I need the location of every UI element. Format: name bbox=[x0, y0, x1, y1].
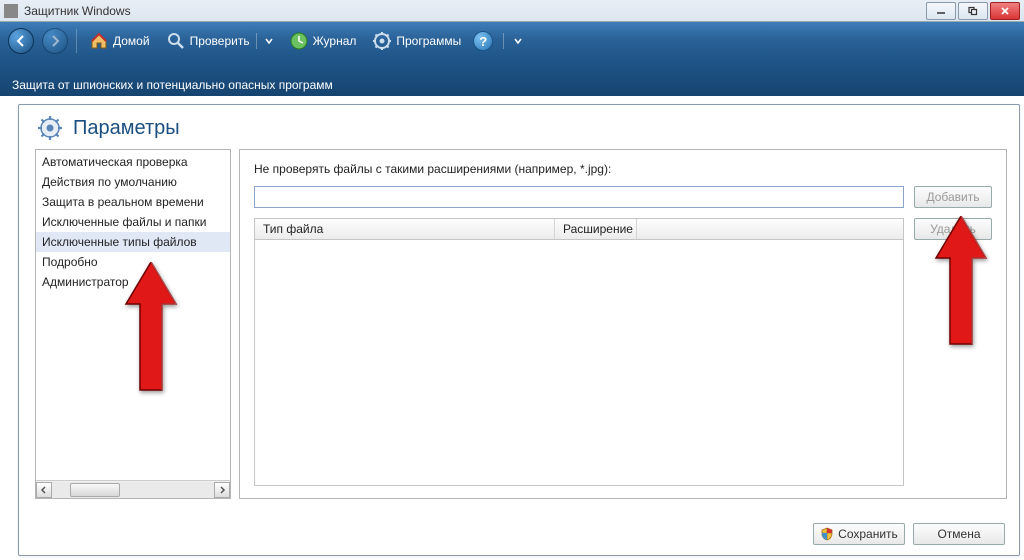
col-spacer bbox=[637, 219, 903, 239]
scroll-left-button[interactable] bbox=[36, 482, 52, 498]
cancel-button[interactable]: Отмена bbox=[913, 523, 1005, 545]
col-filetype[interactable]: Тип файла bbox=[255, 219, 555, 239]
sidebar-item-label: Администратор bbox=[42, 275, 129, 289]
toolbar-history[interactable]: Журнал bbox=[285, 29, 361, 53]
add-row: Добавить bbox=[254, 186, 992, 208]
shield-icon bbox=[820, 527, 834, 541]
chevron-down-icon[interactable] bbox=[514, 37, 522, 45]
scroll-thumb[interactable] bbox=[70, 483, 120, 497]
gear-icon bbox=[37, 115, 63, 141]
toolbar-separator bbox=[256, 33, 257, 49]
extension-input[interactable] bbox=[254, 186, 904, 208]
subtitle-text: Защита от шпионских и потенциально опасн… bbox=[12, 78, 333, 92]
sidebar-item-label: Защита в реальном времени bbox=[42, 195, 204, 209]
toolbar-programs[interactable]: Программы bbox=[368, 29, 465, 53]
titlebar: Защитник Windows bbox=[0, 0, 1024, 22]
main-panel: Параметры Автоматическая проверка Действ… bbox=[18, 104, 1020, 556]
sidebar-item-label: Подробно bbox=[42, 255, 98, 269]
toolbar-scan[interactable]: Проверить bbox=[162, 29, 277, 53]
add-button[interactable]: Добавить bbox=[914, 186, 992, 208]
table-wrap: Тип файла Расширение Удалить bbox=[254, 218, 992, 486]
home-icon bbox=[89, 31, 109, 51]
sidebar-item-realtime[interactable]: Защита в реальном времени bbox=[36, 192, 230, 212]
extensions-table: Тип файла Расширение bbox=[254, 218, 904, 486]
sidebar-item-autoscan[interactable]: Автоматическая проверка bbox=[36, 152, 230, 172]
sidebar-item-defaults[interactable]: Действия по умолчанию bbox=[36, 172, 230, 192]
toolbar-home[interactable]: Домой bbox=[85, 29, 154, 53]
toolbar-home-label: Домой bbox=[113, 34, 150, 48]
col-extension[interactable]: Расширение bbox=[555, 219, 637, 239]
sidebar-item-excluded-files[interactable]: Исключенные файлы и папки bbox=[36, 212, 230, 232]
content-row: Автоматическая проверка Действия по умол… bbox=[19, 149, 1019, 549]
chevron-down-icon[interactable] bbox=[265, 37, 273, 45]
sidebar-item-label: Действия по умолчанию bbox=[42, 175, 177, 189]
toolbar-separator bbox=[503, 33, 504, 49]
toolbar-separator bbox=[76, 29, 77, 53]
scroll-track[interactable] bbox=[52, 482, 214, 498]
table-body bbox=[255, 240, 903, 485]
sidebar-item-label: Исключенные файлы и папки bbox=[42, 215, 206, 229]
settings-sidebar: Автоматическая проверка Действия по умол… bbox=[35, 149, 231, 499]
window-controls bbox=[926, 2, 1020, 20]
page-header: Параметры bbox=[19, 105, 1019, 149]
table-buttons: Удалить bbox=[914, 218, 992, 486]
save-button[interactable]: Сохранить bbox=[813, 523, 905, 545]
minimize-button[interactable] bbox=[926, 2, 956, 20]
footer-buttons: Сохранить Отмена bbox=[813, 523, 1005, 545]
toolbar-history-label: Журнал bbox=[313, 34, 357, 48]
remove-button[interactable]: Удалить bbox=[914, 218, 992, 240]
sidebar-item-label: Исключенные типы файлов bbox=[42, 235, 197, 249]
gear-icon bbox=[372, 31, 392, 51]
subtitle-strip: Защита от шпионских и потенциально опасн… bbox=[0, 60, 1024, 96]
magnifier-icon bbox=[166, 31, 186, 51]
maximize-button[interactable] bbox=[958, 2, 988, 20]
toolbar-programs-label: Программы bbox=[396, 34, 461, 48]
toolbar: Домой Проверить Журнал Программы ? bbox=[0, 22, 1024, 60]
toolbar-scan-label: Проверить bbox=[190, 34, 250, 48]
app-icon bbox=[4, 4, 18, 18]
save-label: Сохранить bbox=[838, 527, 898, 541]
nav-back-button[interactable] bbox=[8, 28, 34, 54]
sidebar-item-label: Автоматическая проверка bbox=[42, 155, 188, 169]
sidebar-list: Автоматическая проверка Действия по умол… bbox=[36, 150, 230, 480]
instruction-text: Не проверять файлы с такими расширениями… bbox=[254, 162, 992, 176]
nav-forward-button[interactable] bbox=[42, 28, 68, 54]
settings-pane: Не проверять файлы с такими расширениями… bbox=[239, 149, 1007, 499]
scroll-right-button[interactable] bbox=[214, 482, 230, 498]
sidebar-item-excluded-types[interactable]: Исключенные типы файлов bbox=[36, 232, 230, 252]
table-header: Тип файла Расширение bbox=[255, 219, 903, 240]
page-title: Параметры bbox=[73, 117, 180, 140]
sidebar-item-admin[interactable]: Администратор bbox=[36, 272, 230, 292]
sidebar-item-advanced[interactable]: Подробно bbox=[36, 252, 230, 272]
close-button[interactable] bbox=[990, 2, 1020, 20]
help-button[interactable]: ? bbox=[473, 31, 493, 51]
window-title: Защитник Windows bbox=[24, 4, 926, 18]
sidebar-hscrollbar[interactable] bbox=[36, 480, 230, 498]
clock-icon bbox=[289, 31, 309, 51]
